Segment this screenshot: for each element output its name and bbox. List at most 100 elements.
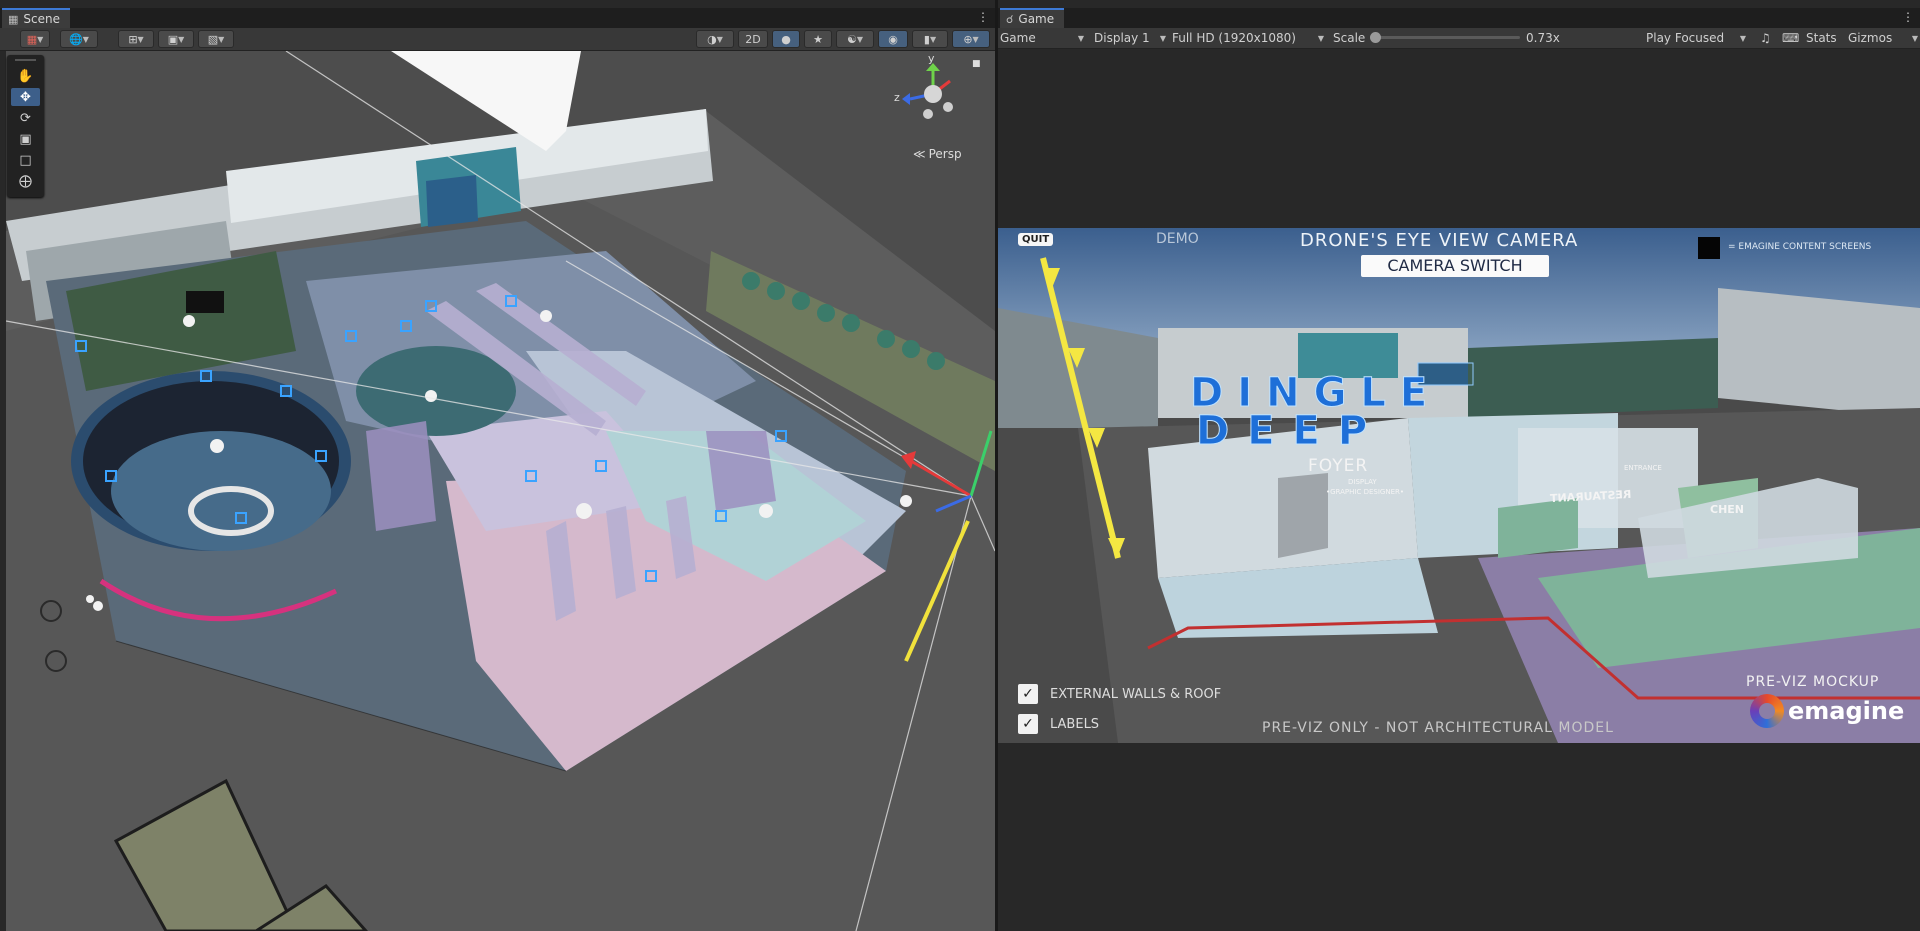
chevron-down-icon: ▼ bbox=[178, 34, 185, 44]
persp-icon: ≪ bbox=[913, 147, 926, 161]
light-bulb-icon: ● bbox=[781, 32, 791, 46]
hidden-objects-toggle[interactable]: ◉ bbox=[878, 30, 908, 48]
label-foyer: FOYER bbox=[1308, 456, 1369, 476]
labels-checkbox[interactable]: ✓ bbox=[1018, 714, 1038, 734]
demo-label: DEMO bbox=[1156, 231, 1199, 247]
chevron-down-icon: ▼ bbox=[972, 34, 979, 44]
stats-button[interactable]: Stats bbox=[1806, 29, 1837, 47]
mute-audio-toggle[interactable]: ♫ bbox=[1760, 29, 1771, 47]
labels-label: LABELS bbox=[1050, 716, 1100, 732]
game-panel: ☌ Game ⋮ Game ▼ Display 1 ▼ Full HD (192… bbox=[998, 0, 1920, 931]
resolution-value: Full HD (1920x1080) bbox=[1172, 31, 1296, 45]
game-viewport[interactable]: DINGLE DEEP FOYER DISPLAY •GRAPHIC DESIG… bbox=[998, 228, 1920, 743]
gamepad-icon: ☌ bbox=[1006, 12, 1014, 26]
scale-value: 0.73x bbox=[1526, 31, 1560, 45]
effects-button[interactable]: ☯ ▼ bbox=[836, 30, 874, 48]
toggle-labels[interactable]: ✓ LABELS bbox=[1018, 714, 1099, 734]
globe-icon: 🌐 bbox=[69, 32, 83, 46]
checkmark-icon: ✓ bbox=[1022, 686, 1034, 702]
play-mode-dropdown[interactable]: Play Focused ▼ bbox=[1646, 29, 1746, 47]
draw-mode-button[interactable]: ▦ ▼ bbox=[20, 30, 50, 48]
rotate-tool[interactable]: ⟳ bbox=[11, 109, 40, 127]
scale-slider-thumb[interactable] bbox=[1370, 32, 1381, 43]
chevron-down-icon: ▼ bbox=[929, 34, 937, 44]
chevron-down-icon: ▼ bbox=[1077, 33, 1084, 43]
tool-palette: ✋ ✥ ⟳ ▣ □ ⨁ bbox=[7, 55, 44, 197]
columns-icon: ▧ bbox=[207, 32, 219, 46]
toggle-external-walls[interactable]: ✓ EXTERNAL WALLS & ROOF bbox=[1018, 684, 1221, 704]
toggle-2d-button[interactable]: 2D bbox=[738, 30, 768, 48]
shading-mode-button[interactable]: ◑ ▼ bbox=[696, 30, 734, 48]
sphere-icon: ◑ bbox=[707, 32, 717, 46]
chevron-down-icon: ▼ bbox=[1739, 33, 1746, 43]
scene-toolbar: ▦ ▼ 🌐 ▼ ⊞ ▼ ▣ ▼ ▧ ▼ ◑ ▼ 2D ● ★ ☯ ▼ ◉ ▮ ▼ ⊕ ▼ bbox=[0, 28, 995, 51]
orientation-gizmo-shape bbox=[902, 63, 953, 119]
hand-icon: ✋ bbox=[17, 68, 34, 84]
keyboard-icon: ⌨ bbox=[1782, 31, 1800, 45]
checkmark-icon: ✓ bbox=[1022, 716, 1034, 732]
chevron-down-icon: ▼ bbox=[82, 34, 89, 44]
quit-button[interactable]: QUIT bbox=[1018, 233, 1054, 246]
content-screen-swatch bbox=[1698, 237, 1720, 259]
render-overlay-button[interactable]: ▧ ▼ bbox=[198, 30, 234, 48]
tab-scene-label: Scene bbox=[23, 12, 60, 26]
global-local-button[interactable]: 🌐 ▼ bbox=[60, 30, 98, 48]
scale-label: Scale bbox=[1333, 31, 1366, 45]
grid-snap-button[interactable]: ⊞ ▼ bbox=[118, 30, 154, 48]
rect-transform-icon: □ bbox=[19, 152, 32, 168]
scale-slider[interactable] bbox=[1370, 32, 1520, 43]
external-walls-checkbox[interactable]: ✓ bbox=[1018, 684, 1038, 704]
game-tabbar: ☌ Game ⋮ bbox=[998, 8, 1920, 28]
label-kitchen: CHEN bbox=[1710, 503, 1744, 516]
chevron-down-icon: ▼ bbox=[856, 34, 864, 44]
audio-toggle[interactable]: ★ bbox=[804, 30, 832, 48]
chevron-down-icon: ▼ bbox=[716, 34, 723, 44]
tab-game[interactable]: ☌ Game bbox=[1000, 8, 1065, 28]
lock-icon[interactable]: ■ bbox=[972, 59, 981, 69]
external-walls-label: EXTERNAL WALLS & ROOF bbox=[1050, 686, 1222, 702]
lighting-toggle[interactable]: ● bbox=[772, 30, 800, 48]
camera-settings-button[interactable]: ▮ ▼ bbox=[912, 30, 948, 48]
game-mode-dropdown[interactable]: Game ▼ bbox=[1000, 29, 1084, 47]
camera-switch-button[interactable]: CAMERA SWITCH bbox=[1361, 255, 1549, 277]
game-menu-icon[interactable]: ⋮ bbox=[1902, 10, 1914, 24]
transform-icon: ⨁ bbox=[19, 173, 32, 189]
chevron-down-icon: ▼ bbox=[1911, 33, 1918, 43]
keyboard-shortcuts-toggle[interactable]: ⌨ bbox=[1782, 29, 1799, 47]
resolution-dropdown[interactable]: Full HD (1920x1080) ▼ bbox=[1172, 29, 1324, 47]
hand-tool[interactable]: ✋ bbox=[11, 67, 40, 85]
tab-game-label: Game bbox=[1018, 12, 1055, 26]
scene-tabbar: ▦ Scene ⋮ bbox=[0, 8, 995, 28]
tab-scene[interactable]: ▦ Scene bbox=[2, 8, 70, 28]
gizmos-label: Gizmos bbox=[1848, 31, 1893, 45]
perspective-toggle[interactable]: ≪ Persp bbox=[913, 147, 962, 161]
gizmos-toggle[interactable]: ⊕ ▼ bbox=[952, 30, 990, 48]
scale-tool[interactable]: ▣ bbox=[11, 130, 40, 148]
gizmos-dropdown[interactable]: Gizmos ▼ bbox=[1848, 29, 1918, 47]
game-mode-value: Game bbox=[1000, 31, 1036, 45]
chevron-down-icon: ▼ bbox=[137, 34, 144, 44]
transform-tool[interactable]: ⨁ bbox=[11, 172, 40, 190]
emagine-logo-icon bbox=[1750, 694, 1784, 728]
emagine-brand-text: emagine bbox=[1788, 697, 1905, 725]
display-dropdown[interactable]: Display 1 ▼ bbox=[1094, 29, 1166, 47]
emagine-logo: emagine bbox=[1750, 694, 1904, 728]
rect-tool[interactable]: □ bbox=[11, 151, 40, 169]
increment-snap-button[interactable]: ▣ ▼ bbox=[158, 30, 194, 48]
move-tool[interactable]: ✥ bbox=[11, 88, 40, 106]
scene-menu-icon[interactable]: ⋮ bbox=[977, 10, 989, 24]
chevron-down-icon: ▼ bbox=[1159, 33, 1166, 43]
label-display: DISPLAY bbox=[1348, 478, 1377, 486]
grid-icon: ▦ bbox=[8, 12, 19, 26]
scene-viewport[interactable]: y z ■ ≪ Persp bbox=[6, 51, 995, 931]
scene-render bbox=[6, 51, 995, 931]
orientation-gizmo[interactable]: y z bbox=[894, 52, 968, 129]
grid-snap-icon: ⊞ bbox=[128, 32, 138, 46]
palette-grip[interactable] bbox=[15, 59, 36, 61]
mockup-label: PRE-VIZ MOCKUP bbox=[1746, 674, 1880, 690]
label-graphic-designer: •GRAPHIC DESIGNER• bbox=[1326, 488, 1404, 496]
legend-label: = EMAGINE CONTENT SCREENS bbox=[1728, 242, 1872, 252]
game-render bbox=[998, 228, 1920, 743]
snap-increment-icon: ▣ bbox=[167, 32, 179, 46]
display-value: Display 1 bbox=[1094, 31, 1150, 45]
